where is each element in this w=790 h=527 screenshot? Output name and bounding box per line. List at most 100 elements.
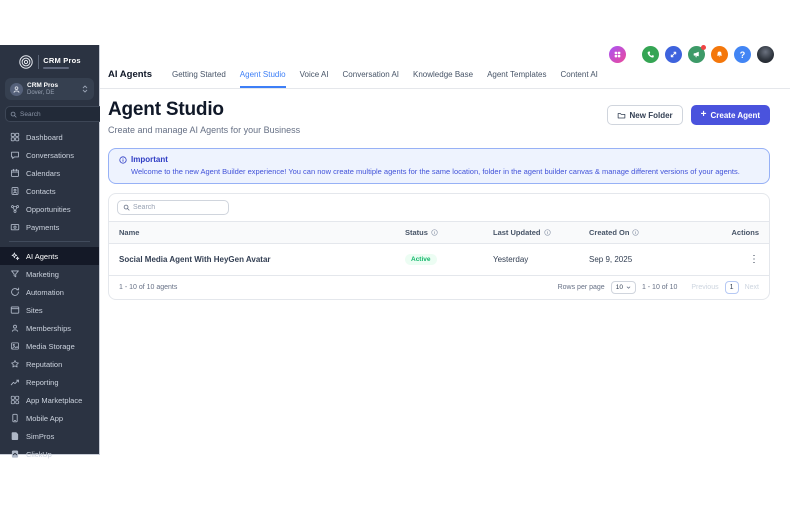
simpros-icon (10, 431, 20, 441)
sidebar-item-label: ClickUp (26, 449, 52, 459)
sidebar-item-sites[interactable]: Sites (0, 301, 99, 319)
announcements-icon[interactable] (688, 45, 706, 63)
sidebar-item-conversations[interactable]: Conversations (0, 146, 99, 164)
logo-tagline (43, 67, 70, 69)
sidebar-item-marketing[interactable]: Marketing (0, 265, 99, 283)
account-avatar (10, 82, 23, 96)
reputation-star-icon (10, 359, 20, 369)
results-summary: 1 - 10 of 10 agents (119, 284, 178, 291)
tab-voice-ai[interactable]: Voice AI (300, 70, 329, 88)
main-area: ? AI Agents Getting Started Agent Studio… (100, 45, 790, 455)
sidebar-item-calendars[interactable]: Calendars (0, 164, 99, 182)
page-content: Agent Studio Create and manage AI Agents… (108, 89, 770, 300)
sidebar-item-label: Dashboard (26, 132, 63, 142)
create-agent-button[interactable]: + Create Agent (690, 105, 770, 125)
previous-page-button[interactable]: Previous (691, 284, 718, 291)
sidebar-item-contacts[interactable]: Contacts (0, 182, 99, 200)
rows-per-page-select[interactable]: 10 (610, 281, 636, 294)
column-actions: Actions (731, 228, 759, 237)
sidebar-item-reputation[interactable]: Reputation (0, 355, 99, 373)
sidebar-item-label: Media Storage (26, 341, 75, 351)
table-row[interactable]: Social Media Agent With HeyGen Avatar Ac… (109, 244, 769, 275)
agent-name[interactable]: Social Media Agent With HeyGen Avatar (119, 255, 405, 264)
sites-icon (10, 305, 20, 315)
apps-icon[interactable] (609, 46, 626, 63)
page-header: Agent Studio Create and manage AI Agents… (108, 99, 770, 135)
sidebar-search-input[interactable] (20, 110, 103, 118)
info-icon (543, 229, 551, 236)
pagination-range: 1 - 10 of 10 (641, 284, 678, 291)
conversations-icon (10, 150, 20, 160)
sidebar-item-label: SimPros (26, 431, 55, 441)
sidebar-item-label: Reputation (26, 359, 63, 369)
folder-icon (617, 112, 625, 118)
contacts-icon (10, 186, 20, 196)
sidebar-item-automation[interactable]: Automation (0, 283, 99, 301)
sidebar-item-label: Mobile App (26, 413, 64, 423)
chevron-down-icon (626, 286, 631, 289)
user-avatar[interactable] (757, 46, 774, 63)
sidebar-item-opportunities[interactable]: Opportunities (0, 200, 99, 218)
column-status[interactable]: Status (405, 228, 493, 237)
person-icon (13, 85, 20, 93)
tab-agent-studio[interactable]: Agent Studio (239, 70, 286, 88)
column-last-updated[interactable]: Last Updated (493, 228, 589, 237)
tab-knowledge-base[interactable]: Knowledge Base (413, 70, 473, 88)
phone-icon[interactable] (642, 46, 659, 63)
last-updated-value: Yesterday (493, 255, 529, 264)
sidebar-item-payments[interactable]: Payments (0, 218, 99, 236)
column-name[interactable]: Name (119, 228, 405, 237)
banner-message: Welcome to the new Agent Builder experie… (131, 167, 740, 176)
search-icon (10, 111, 17, 118)
info-icon (431, 229, 438, 236)
created-on-value: Sep 9, 2025 (589, 255, 633, 264)
tab-content-ai[interactable]: Content AI (561, 70, 598, 88)
media-storage-icon (10, 341, 20, 351)
tab-agent-templates[interactable]: Agent Templates (487, 70, 546, 88)
sidebar-item-label: Sites (26, 305, 43, 315)
sidebar-item-dashboard[interactable]: Dashboard (0, 128, 99, 146)
sidebar-item-memberships[interactable]: Memberships (0, 319, 99, 337)
integrations-icon[interactable] (665, 46, 682, 63)
memberships-icon (10, 323, 20, 333)
sidebar-divider (9, 241, 90, 242)
table-header-row: Name Status Last Updated Created On Acti… (109, 221, 769, 244)
sidebar-item-reporting[interactable]: Reporting (0, 373, 99, 391)
sidebar-item-label: Memberships (26, 323, 72, 333)
sidebar-item-label: Calendars (26, 168, 61, 178)
table-search-input[interactable] (133, 204, 223, 211)
sidebar-item-media-storage[interactable]: Media Storage (0, 337, 99, 355)
account-switcher[interactable]: CRM Pros Dover, DE (5, 78, 94, 100)
sidebar-item-label: Reporting (26, 377, 59, 387)
column-created-on[interactable]: Created On (589, 228, 709, 237)
sidebar-item-simpros[interactable]: SimPros (0, 427, 99, 445)
notification-badge (701, 45, 706, 50)
info-icon (632, 229, 640, 236)
next-page-button[interactable]: Next (745, 284, 759, 291)
notifications-bell-icon[interactable] (711, 46, 728, 63)
important-banner: Important Welcome to the new Agent Build… (108, 148, 770, 184)
sidebar-search-row: ctrl K + (5, 106, 150, 122)
new-folder-button[interactable]: New Folder (606, 105, 683, 125)
tab-getting-started[interactable]: Getting Started (172, 70, 226, 88)
help-icon[interactable]: ? (734, 46, 751, 63)
sidebar-item-ai-agents[interactable]: AI Agents (0, 247, 99, 265)
sidebar-item-label: App Marketplace (26, 395, 83, 405)
chevron-up-down-icon (82, 85, 88, 93)
sidebar-item-clickup[interactable]: ClickUp (0, 445, 99, 463)
sidebar-item-app-marketplace[interactable]: App Marketplace (0, 391, 99, 409)
page-number-button[interactable]: 1 (724, 281, 739, 294)
payments-icon (10, 222, 20, 232)
sidebar-item-mobile-app[interactable]: Mobile App (0, 409, 99, 427)
table-search[interactable] (117, 200, 229, 215)
tab-conversation-ai[interactable]: Conversation AI (343, 70, 399, 88)
app-window: CRM Pros CRM Pros Dover, DE Search Dashb… (0, 45, 790, 459)
plus-icon: + (700, 109, 707, 120)
row-actions-menu-icon[interactable]: ⋮ (749, 254, 759, 265)
table-footer: 1 - 10 of 10 agents Rows per page 10 1 -… (109, 275, 769, 299)
logo-divider (38, 55, 40, 69)
status-badge: Active (405, 254, 437, 265)
page-title: Agent Studio (108, 99, 224, 120)
info-icon (119, 155, 127, 164)
question-glyph: ? (739, 49, 746, 60)
